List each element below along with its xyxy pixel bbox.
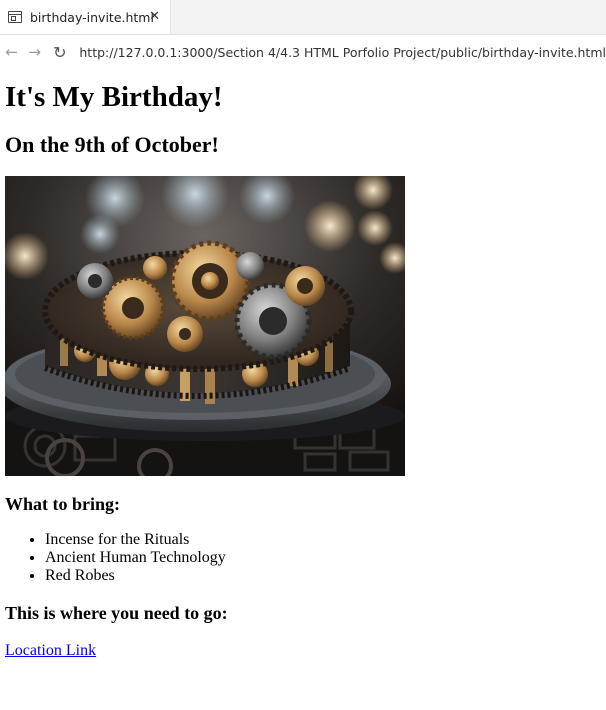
list-item: Incense for the Rituals bbox=[45, 531, 601, 549]
tab-bar: birthday-invite.html ✕ bbox=[0, 0, 606, 35]
location-heading: This is where you need to go: bbox=[5, 603, 228, 623]
list-item: Red Robes bbox=[45, 567, 601, 585]
close-icon[interactable]: ✕ bbox=[149, 9, 160, 24]
browser-tab[interactable]: birthday-invite.html ✕ bbox=[0, 0, 171, 34]
location-link[interactable]: Location Link bbox=[5, 642, 96, 659]
back-arrow-icon[interactable]: ← bbox=[0, 43, 23, 61]
navigation-bar: ← → ↻ http://127.0.0.1:3000/Section 4/4.… bbox=[0, 35, 606, 69]
tab-title: birthday-invite.html bbox=[30, 9, 154, 25]
page-icon bbox=[8, 11, 22, 23]
address-bar[interactable]: http://127.0.0.1:3000/Section 4/4.3 HTML… bbox=[79, 45, 606, 60]
bring-list: Incense for the Rituals Ancient Human Te… bbox=[5, 531, 601, 585]
reload-icon[interactable]: ↻ bbox=[48, 43, 71, 62]
page-subtitle: On the 9th of October! bbox=[5, 132, 219, 157]
list-item: Ancient Human Technology bbox=[45, 549, 601, 567]
bring-heading: What to bring: bbox=[5, 494, 121, 514]
page-content: It's My Birthday! On the 9th of October! bbox=[0, 81, 606, 660]
steampunk-gear-cake-image bbox=[5, 176, 405, 476]
page-title: It's My Birthday! bbox=[5, 81, 223, 113]
forward-arrow-icon[interactable]: → bbox=[23, 43, 46, 61]
